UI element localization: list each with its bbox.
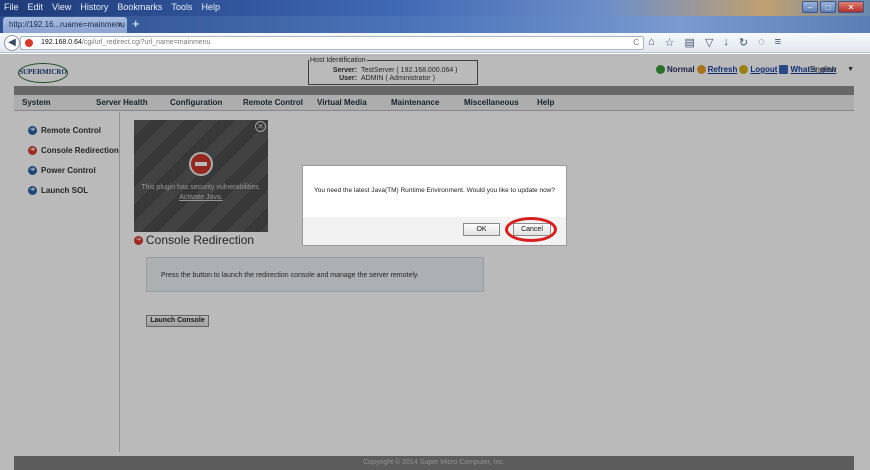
menu-view[interactable]: View	[52, 2, 71, 12]
menu-help[interactable]: Help	[201, 2, 220, 12]
browser-tab[interactable]: http://192.16...ruame=mainmenu ×	[3, 17, 127, 33]
maximize-icon[interactable]: □	[820, 1, 836, 13]
pocket-icon[interactable]: ▽	[705, 36, 713, 49]
home-icon[interactable]: ⌂	[648, 36, 655, 49]
close-window-icon[interactable]: ✕	[838, 1, 864, 13]
browser-tab-strip: http://192.16...ruame=mainmenu × +	[0, 16, 870, 33]
window-controls: – □ ✕	[802, 1, 864, 13]
bookmarks-list-icon[interactable]: ▤	[685, 36, 695, 49]
url-path: /cgi/url_redirect.cgi?url_name=mainmenu	[81, 39, 211, 46]
new-tab-icon[interactable]: +	[132, 16, 140, 32]
minimize-icon[interactable]: –	[802, 1, 818, 13]
sync-icon[interactable]: ↻	[739, 36, 748, 49]
menu-history[interactable]: History	[80, 2, 108, 12]
modal-overlay	[0, 54, 870, 470]
menu-file[interactable]: File	[4, 2, 19, 12]
chat-icon[interactable]: ◌	[758, 36, 765, 49]
url-bar[interactable]: 192.168.0.64/cgi/url_redirect.cgi?url_na…	[20, 36, 644, 50]
url-host: 192.168.0.64	[41, 39, 82, 46]
bookmark-star-icon[interactable]: ☆	[665, 36, 675, 49]
ok-button[interactable]: OK	[463, 223, 500, 236]
cancel-highlight-ring	[505, 217, 557, 242]
menu-edit[interactable]: Edit	[28, 2, 44, 12]
menu-bookmarks[interactable]: Bookmarks	[117, 2, 162, 12]
hamburger-menu-icon[interactable]: ≡	[775, 36, 781, 49]
browser-title-bar: File Edit View History Bookmarks Tools H…	[0, 0, 870, 16]
browser-nav-bar: ◀ 192.168.0.64/cgi/url_redirect.cgi?url_…	[0, 33, 870, 53]
browser-toolbar-icons: ⌂ ☆ ▤ ▽ ↓ ↻ ◌ ≡	[648, 36, 781, 49]
dialog-body: You need the latest Java(TM) Runtime Env…	[303, 166, 566, 217]
site-identity-icon[interactable]	[25, 39, 33, 47]
back-arrow-icon[interactable]: ◀	[4, 35, 20, 51]
browser-menu-bar: File Edit View History Bookmarks Tools H…	[4, 2, 220, 12]
reload-icon[interactable]: C	[633, 37, 639, 49]
menu-tools[interactable]: Tools	[171, 2, 192, 12]
browser-tab-title: http://192.16...ruame=mainmenu	[9, 20, 125, 29]
download-icon[interactable]: ↓	[723, 36, 729, 49]
tab-close-icon[interactable]: ×	[117, 17, 122, 33]
dialog-message: You need the latest Java(TM) Runtime Env…	[314, 187, 555, 194]
